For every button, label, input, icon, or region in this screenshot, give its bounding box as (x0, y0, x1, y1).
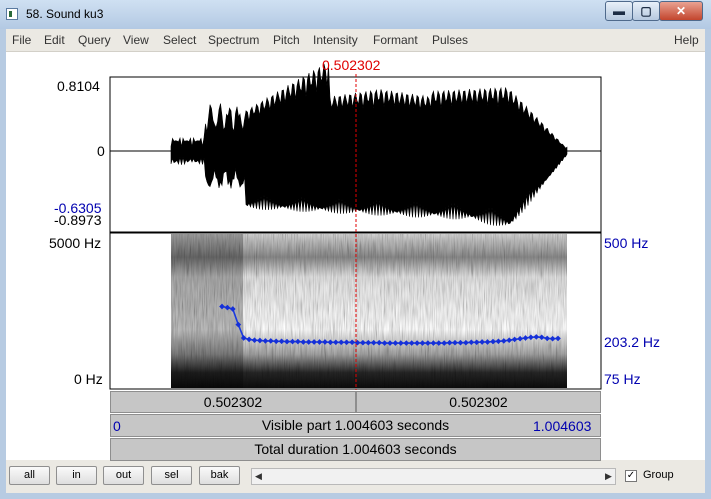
visible-start-label: 0 (113, 418, 121, 434)
cursor-time-label: 0.502302 (322, 57, 381, 73)
sel-button[interactable]: sel (151, 466, 192, 485)
bak-button[interactable]: bak (199, 466, 240, 485)
wave-zero-label: 0 (97, 143, 105, 159)
horizontal-scrollbar[interactable] (251, 468, 616, 485)
wave-min-label: -0.8973 (54, 212, 102, 228)
out-button[interactable]: out (103, 466, 144, 485)
selection-left-bar[interactable]: 0.502302 (110, 391, 356, 413)
pitch-top-label: 500 Hz (604, 235, 649, 251)
all-button[interactable]: all (9, 466, 50, 485)
group-checkbox[interactable]: ✓ (625, 470, 637, 482)
scroll-left-arrow-icon[interactable]: ◀ (251, 468, 266, 485)
selection-right-bar[interactable]: 0.502302 (356, 391, 601, 413)
pitch-mid-label: 203.2 Hz (604, 334, 661, 350)
freq-bottom-label: 0 Hz (74, 371, 103, 387)
group-label: Group (643, 469, 674, 481)
scroll-right-arrow-icon[interactable]: ▶ (601, 468, 616, 485)
visible-end-label: 1.004603 (533, 418, 592, 434)
pitch-bottom-label: 75 Hz (604, 371, 641, 387)
in-button[interactable]: in (56, 466, 97, 485)
total-duration-bar[interactable]: Total duration 1.004603 seconds (110, 438, 601, 461)
freq-top-label: 5000 Hz (49, 235, 102, 251)
visible-part-bar[interactable]: Visible part 1.004603 seconds (110, 414, 601, 437)
wave-max-label: 0.8104 (57, 78, 100, 94)
